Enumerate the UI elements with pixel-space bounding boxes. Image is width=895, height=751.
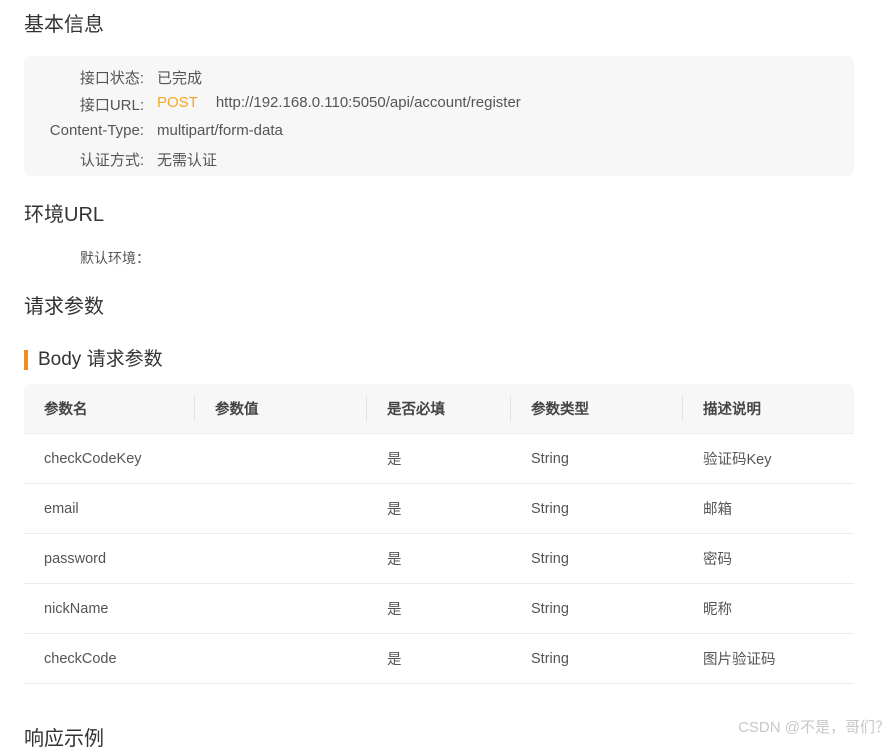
status-label: 接口状态: <box>79 70 144 87</box>
content-type-value: multipart/form-data <box>157 122 283 139</box>
basic-info-title: 基本信息 <box>24 14 104 36</box>
param-value <box>195 433 367 484</box>
table-row: checkCodeKey 是 String 验证码Key <box>24 433 854 484</box>
param-name: checkCode <box>24 633 195 684</box>
auth-label: 认证方式: <box>79 152 144 169</box>
param-name: email <box>24 483 195 534</box>
param-required: 是 <box>367 583 511 634</box>
http-method-badge: POST <box>157 94 198 111</box>
param-desc: 验证码Key <box>683 433 854 484</box>
param-type: String <box>511 433 683 484</box>
table-row: password 是 String 密码 <box>24 533 854 584</box>
env-url-title: 环境URL <box>24 204 105 226</box>
info-row-status: 接口状态: 已完成 <box>24 67 854 89</box>
default-env-label: 默认环境： <box>80 250 150 266</box>
table-row: checkCode 是 String 图片验证码 <box>24 633 854 684</box>
params-table: 参数名 参数值 是否必填 参数类型 描述说明 checkCodeKey 是 St… <box>24 384 854 684</box>
info-row-auth: 认证方式: 无需认证 <box>24 149 854 171</box>
param-type: String <box>511 633 683 684</box>
param-value <box>195 483 367 534</box>
param-desc: 图片验证码 <box>683 633 854 684</box>
api-url[interactable]: http://192.168.0.110:5050/api/account/re… <box>216 94 521 111</box>
param-value <box>195 633 367 684</box>
info-row-content-type: Content-Type: multipart/form-data <box>24 122 854 144</box>
param-required: 是 <box>367 433 511 484</box>
param-desc: 邮箱 <box>683 483 854 534</box>
col-header-value: 参数值 <box>195 384 367 434</box>
param-value <box>195 533 367 584</box>
param-name: nickName <box>24 583 195 634</box>
col-header-type: 参数类型 <box>511 384 683 434</box>
col-header-name: 参数名 <box>24 384 195 434</box>
info-row-url: 接口URL: POST http://192.168.0.110:5050/api… <box>24 94 854 116</box>
param-type: String <box>511 583 683 634</box>
url-value-group: POST http://192.168.0.110:5050/api/accoun… <box>157 94 521 111</box>
param-required: 是 <box>367 633 511 684</box>
param-type: String <box>511 533 683 584</box>
auth-value: 无需认证 <box>157 152 218 169</box>
col-header-required: 是否必填 <box>367 384 511 434</box>
param-name: checkCodeKey <box>24 433 195 484</box>
table-row: email 是 String 邮箱 <box>24 483 854 534</box>
param-value <box>195 583 367 634</box>
request-params-title: 请求参数 <box>24 296 104 318</box>
col-header-desc: 描述说明 <box>683 384 854 434</box>
response-example-title: 响应示例 <box>24 728 104 750</box>
table-header-row: 参数名 参数值 是否必填 参数类型 描述说明 <box>24 384 854 434</box>
body-params-title: Body 请求参数 <box>24 350 163 370</box>
param-required: 是 <box>367 533 511 584</box>
url-label: 接口URL: <box>79 97 144 114</box>
content-type-label: Content-Type: <box>49 122 144 139</box>
basic-info-panel: 接口状态: 已完成 接口URL: POST http://192.168.0.11… <box>24 56 854 176</box>
watermark: CSDN @不是，哥们？ <box>738 719 890 736</box>
param-desc: 昵称 <box>683 583 854 634</box>
param-desc: 密码 <box>683 533 854 584</box>
param-required: 是 <box>367 483 511 534</box>
table-row: nickName 是 String 昵称 <box>24 583 854 634</box>
param-name: password <box>24 533 195 584</box>
param-type: String <box>511 483 683 534</box>
status-value: 已完成 <box>157 70 203 87</box>
